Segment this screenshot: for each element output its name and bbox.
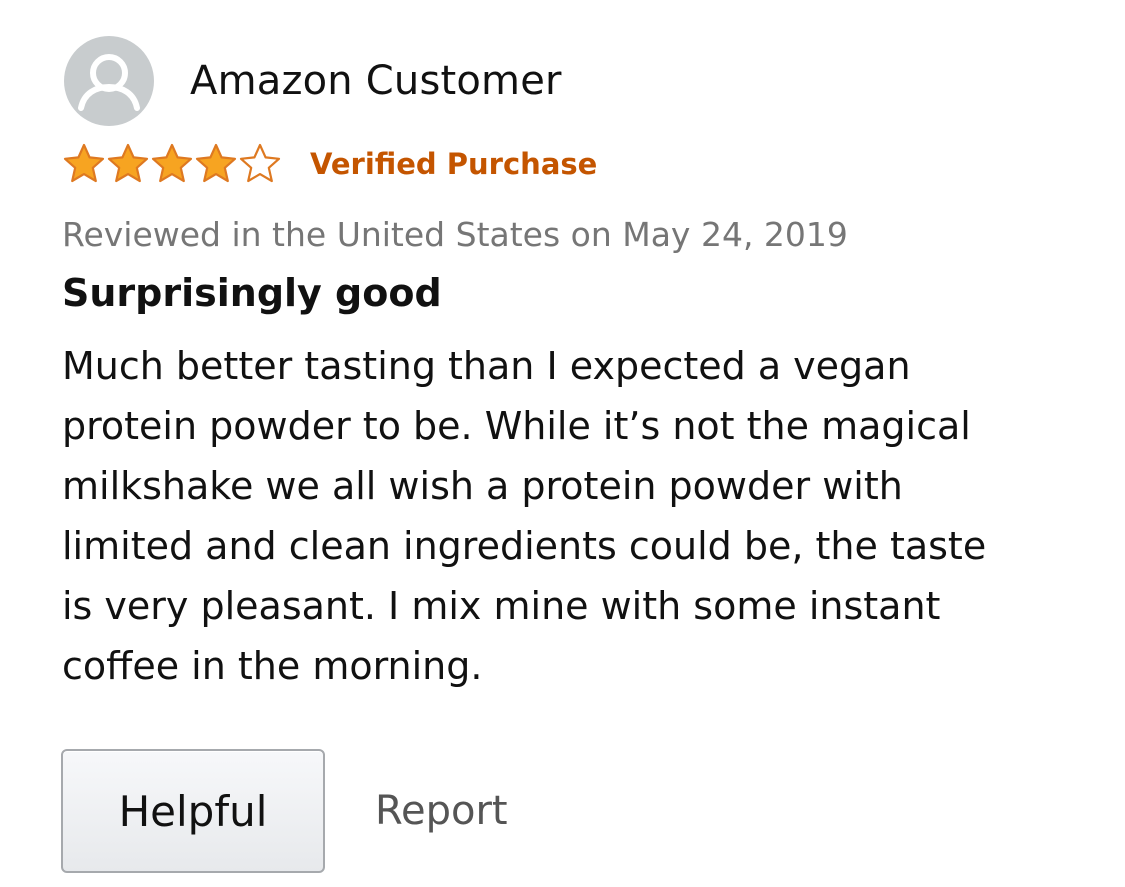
star-rating[interactable] <box>62 142 282 186</box>
review-body-line: protein powder to be. While it’s not the… <box>62 404 971 448</box>
user-silhouette-icon <box>78 54 140 111</box>
verified-purchase-badge: Verified Purchase <box>310 147 598 181</box>
review-body-line: Much better tasting than I expected a ve… <box>62 344 911 388</box>
star-filled-icon <box>107 143 149 183</box>
review-body-line: coffee in the morning. <box>62 644 483 688</box>
review-date: Reviewed in the United States on May 24,… <box>62 215 848 254</box>
reviewer-name[interactable]: Amazon Customer <box>190 57 562 105</box>
customer-review: Amazon Customer Verified Purchase Review… <box>0 0 1125 887</box>
review-body-line: limited and clean ingredients could be, … <box>62 524 987 568</box>
rating-row: Verified Purchase <box>62 142 597 186</box>
review-title: Surprisingly good <box>62 271 442 315</box>
star-filled-icon <box>63 143 105 183</box>
star-filled-icon <box>151 143 193 183</box>
review-body-line: is very pleasant. I mix mine with some i… <box>62 584 941 628</box>
report-link[interactable]: Report <box>375 786 508 836</box>
star-filled-icon <box>195 143 237 183</box>
helpful-button[interactable]: Helpful <box>61 749 325 873</box>
review-body: Much better tasting than I expected a ve… <box>62 336 1072 696</box>
avatar[interactable] <box>64 36 154 126</box>
star-outline-icon <box>239 143 281 183</box>
review-body-line: milkshake we all wish a protein powder w… <box>62 464 903 508</box>
reviewer-profile[interactable]: Amazon Customer <box>64 36 562 126</box>
